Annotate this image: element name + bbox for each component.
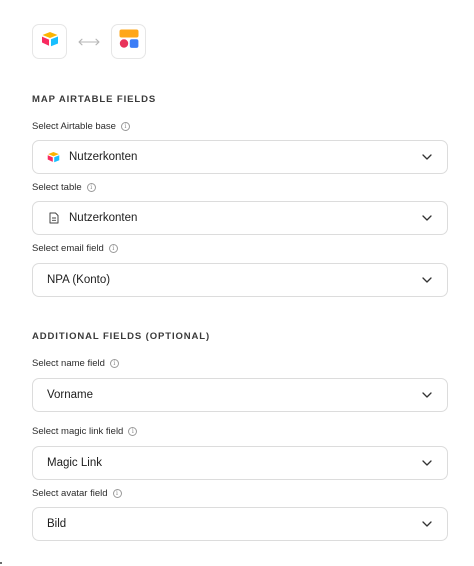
airtable-logo-icon [41, 31, 59, 52]
chevron-down-icon [421, 274, 433, 286]
info-icon[interactable]: i [128, 427, 138, 436]
base-field-label: Select Airtable base i [32, 121, 130, 132]
info-icon[interactable]: i [112, 489, 122, 498]
avatar-field-label: Select avatar field i [32, 488, 122, 499]
info-icon[interactable]: i [120, 122, 130, 131]
chevron-down-icon [421, 389, 433, 401]
info-icon[interactable]: i [109, 359, 119, 368]
chevron-down-icon [421, 518, 433, 530]
name-label-text: Select name field [32, 358, 105, 369]
email-field-value: NPA (Konto) [47, 274, 111, 286]
table-label-text: Select table [32, 182, 82, 193]
airtable-base-value: Nutzerkonten [69, 151, 138, 163]
additional-fields-section-title: ADDITIONAL FIELDS (OPTIONAL) [32, 331, 211, 342]
avatar-label-text: Select avatar field [32, 488, 108, 499]
airtable-field-mapping-panel: MAP AIRTABLE FIELDS Select Airtable base… [0, 0, 474, 566]
chevron-down-icon [421, 151, 433, 163]
airtable-logo-tile [32, 24, 67, 59]
email-field-label: Select email field i [32, 243, 118, 254]
name-field-label: Select name field i [32, 358, 119, 369]
chevron-down-icon [421, 212, 433, 224]
map-fields-section-title: MAP AIRTABLE FIELDS [32, 94, 157, 105]
integration-header [32, 24, 146, 59]
table-field-label: Select table i [32, 182, 96, 193]
info-icon[interactable]: i [108, 244, 118, 253]
app-shapes-logo-icon [118, 28, 140, 55]
base-label-text: Select Airtable base [32, 121, 116, 132]
name-field-value: Vorname [47, 389, 94, 401]
avatar-field-value: Bild [47, 518, 67, 530]
info-icon[interactable]: i [86, 183, 96, 192]
magic-link-label-text: Select magic link field [32, 426, 124, 437]
table-value: Nutzerkonten [69, 212, 138, 224]
email-label-text: Select email field [32, 243, 104, 254]
airtable-logo-icon [47, 151, 60, 164]
name-field-select[interactable]: Vorname [32, 378, 448, 412]
email-field-select[interactable]: NPA (Konto) [32, 263, 448, 297]
bidirectional-arrow-icon [67, 38, 111, 46]
document-icon [47, 212, 60, 225]
chevron-down-icon [421, 457, 433, 469]
table-select[interactable]: Nutzerkonten [32, 201, 448, 235]
avatar-field-select[interactable]: Bild [32, 507, 448, 541]
magic-link-field-value: Magic Link [47, 457, 102, 469]
magic-link-field-select[interactable]: Magic Link [32, 446, 448, 480]
corner-mark [0, 562, 2, 564]
airtable-base-select[interactable]: Nutzerkonten [32, 140, 448, 174]
magic-link-field-label: Select magic link field i [32, 426, 138, 437]
app-logo-tile [111, 24, 146, 59]
